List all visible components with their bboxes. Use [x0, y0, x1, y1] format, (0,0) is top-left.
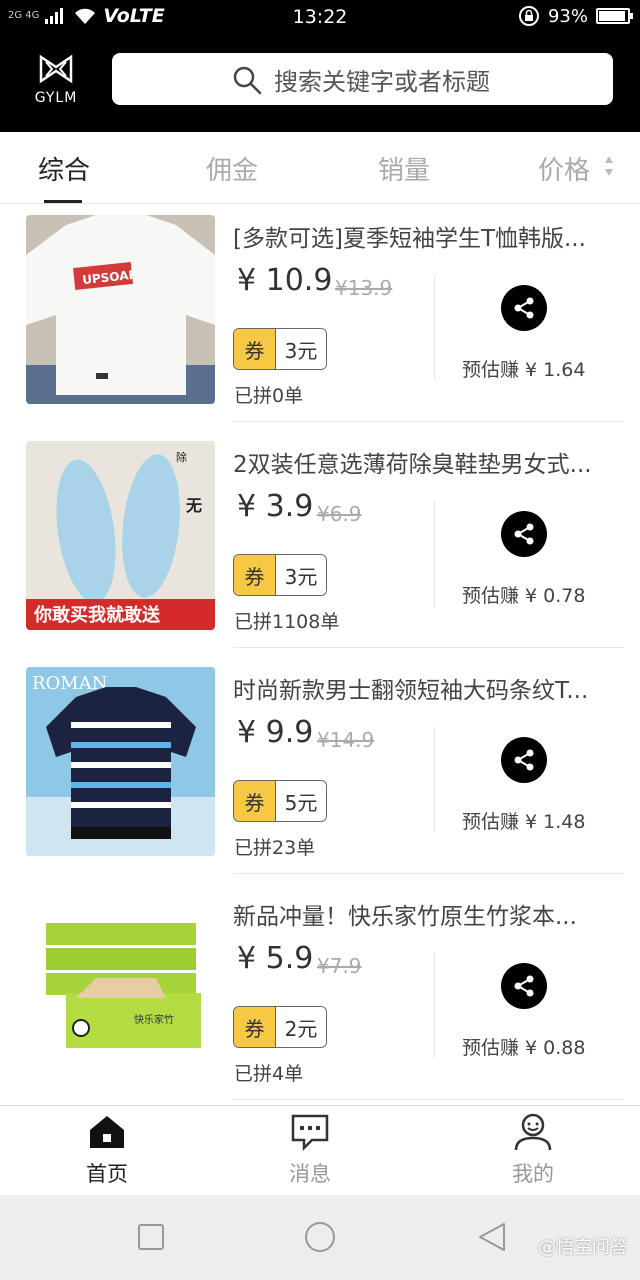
coupon-amount: 3元	[276, 555, 326, 595]
sold-count: 已拼1108单	[234, 611, 340, 633]
sold-count: 已拼23单	[234, 837, 316, 859]
battery-icon	[596, 8, 633, 24]
row-separator	[233, 873, 624, 874]
product-image[interactable]: 快乐家竹	[26, 893, 215, 1082]
search-bar[interactable]: 搜索关键字或者标题	[112, 53, 613, 105]
logo-text: GYLM	[34, 90, 78, 106]
product-image[interactable]: UPSOAR	[26, 215, 215, 404]
sort-arrows-icon[interactable]	[604, 154, 614, 178]
product-item[interactable]: 除 无 你敢买我就敢送 2双装任意选薄荷除臭鞋垫男女式... ¥ 3.9 ¥6.…	[0, 431, 640, 657]
nav-profile-label: 我的	[512, 1162, 554, 1186]
svg-text:除: 除	[176, 450, 187, 464]
coupon-label: 券	[234, 1007, 276, 1047]
estimated-earnings: 预估赚 ¥ 0.78	[462, 585, 586, 607]
back-icon[interactable]	[478, 1222, 506, 1252]
estimated-earnings: 预估赚 ¥ 1.48	[462, 811, 586, 833]
product-price: ¥ 10.9	[237, 263, 333, 298]
nav-home[interactable]: 首页	[57, 1112, 157, 1188]
profile-icon	[514, 1113, 552, 1151]
estimated-earnings: 预估赚 ¥ 1.64	[462, 359, 586, 381]
coupon-amount: 2元	[276, 1007, 326, 1047]
row-separator	[233, 1099, 624, 1100]
nav-home-label: 首页	[86, 1162, 128, 1186]
coupon-label: 券	[234, 555, 276, 595]
coupon-badge: 券 3元	[233, 328, 327, 370]
svg-text:无: 无	[185, 496, 202, 515]
original-price: ¥6.9	[317, 502, 362, 526]
battery-percent: 93%	[547, 5, 588, 27]
product-image-text: 你敢买我就敢送	[33, 604, 161, 626]
product-price: ¥ 5.9	[237, 941, 314, 976]
nav-messages-label: 消息	[289, 1162, 331, 1186]
search-icon	[233, 66, 262, 95]
watermark: @悟空问答	[538, 1237, 628, 1258]
share-icon	[514, 975, 534, 997]
nav-profile[interactable]: 我的	[483, 1112, 583, 1188]
divider	[434, 275, 435, 380]
product-image[interactable]: ROMAN	[26, 667, 215, 856]
row-separator	[233, 421, 624, 422]
original-price: ¥7.9	[317, 954, 362, 978]
coupon-label: 券	[234, 329, 276, 369]
recent-apps-icon[interactable]	[138, 1224, 164, 1250]
divider	[434, 953, 435, 1058]
coupon-amount: 3元	[276, 329, 326, 369]
product-title: 时尚新款男士翻领短袖大码条纹T...	[233, 678, 589, 704]
message-icon	[291, 1114, 329, 1152]
estimated-earnings: 预估赚 ¥ 0.88	[462, 1037, 586, 1059]
product-title: [多款可选]夏季短袖学生T恤韩版...	[233, 226, 586, 252]
share-icon	[514, 749, 534, 771]
battery-fill	[599, 11, 625, 21]
share-icon	[514, 523, 534, 545]
divider	[434, 727, 435, 832]
original-price: ¥13.9	[335, 276, 393, 300]
status-bar: 2G 4G VoLTE 13:22 93%	[0, 0, 640, 34]
product-price: ¥ 9.9	[237, 715, 314, 750]
system-nav-bar: @悟空问答	[0, 1195, 640, 1280]
tab-sales[interactable]: 销量	[378, 150, 430, 187]
share-button[interactable]	[501, 737, 547, 783]
search-placeholder: 搜索关键字或者标题	[274, 67, 490, 96]
logo[interactable]: GYLM	[28, 54, 84, 114]
bottom-nav: 首页 消息 我的	[0, 1105, 640, 1195]
product-price: ¥ 3.9	[237, 489, 314, 524]
share-button[interactable]	[501, 963, 547, 1009]
tab-commission[interactable]: 佣金	[206, 150, 258, 187]
coupon-amount: 5元	[276, 781, 326, 821]
product-title: 新品冲量！快乐家竹原生竹浆本...	[233, 904, 577, 930]
sold-count: 已拼0单	[234, 385, 304, 407]
product-image[interactable]: 除 无 你敢买我就敢送	[26, 441, 215, 630]
original-price: ¥14.9	[317, 728, 375, 752]
coupon-badge: 券 2元	[233, 1006, 327, 1048]
active-tab-indicator	[44, 200, 82, 203]
product-image-text: 快乐家竹	[134, 1013, 174, 1026]
home-icon	[90, 1116, 124, 1148]
product-item[interactable]: UPSOAR [多款可选]夏季短袖学生T恤韩版... ¥ 10.9 ¥13.9 …	[0, 205, 640, 431]
share-button[interactable]	[501, 511, 547, 557]
rotation-lock-icon	[518, 6, 539, 26]
divider	[434, 501, 435, 606]
coupon-badge: 券 3元	[233, 554, 327, 596]
app-header: GYLM 搜索关键字或者标题	[0, 34, 640, 132]
coupon-badge: 券 5元	[233, 780, 327, 822]
nav-messages[interactable]: 消息	[260, 1112, 360, 1188]
share-icon	[514, 297, 534, 319]
product-item[interactable]: 快乐家竹 新品冲量！快乐家竹原生竹浆本... ¥ 5.9 ¥7.9 券 2元 已…	[0, 883, 640, 1109]
bow-logo-icon	[39, 54, 73, 84]
product-item[interactable]: ROMAN 时尚新款男士翻领短袖大码条纹T... ¥ 9.9 ¥14.9 券 5…	[0, 657, 640, 883]
sort-tabs: 综合 佣金 销量 价格	[0, 132, 640, 204]
share-button[interactable]	[501, 285, 547, 331]
home-button-icon[interactable]	[304, 1221, 336, 1253]
coupon-label: 券	[234, 781, 276, 821]
product-title: 2双装任意选薄荷除臭鞋垫男女式...	[233, 452, 592, 478]
tab-comprehensive[interactable]: 综合	[38, 150, 90, 187]
sold-count: 已拼4单	[234, 1063, 304, 1085]
row-separator	[233, 647, 624, 648]
tab-price[interactable]: 价格	[538, 150, 590, 187]
